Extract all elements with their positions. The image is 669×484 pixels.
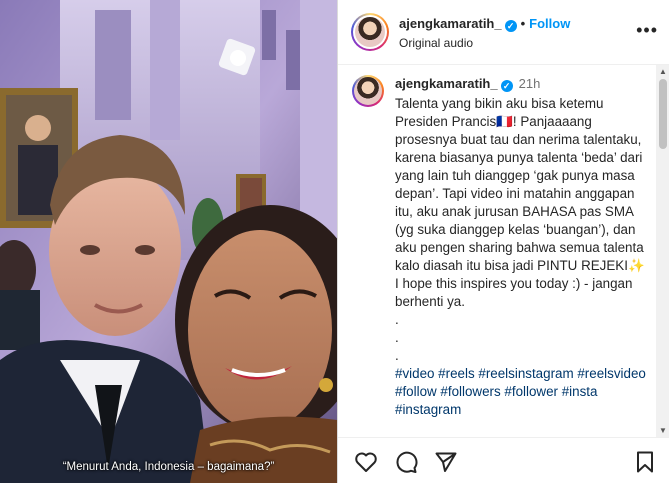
caption-hashtags[interactable]: #video #reels #reelsinstagram #reelsvide… — [395, 366, 650, 417]
comment-avatar[interactable] — [352, 75, 384, 107]
scroll-down-icon[interactable]: ▼ — [659, 426, 667, 435]
bookmark-icon[interactable] — [633, 450, 657, 474]
video-caption: “Menurut Anda, Indonesia – bagaimana?” — [62, 461, 275, 473]
post-video[interactable]: “Menurut Anda, Indonesia – bagaimana?” — [0, 0, 337, 483]
scrollbar-thumb[interactable] — [659, 79, 667, 149]
verified-badge-icon: ✓ — [504, 20, 517, 32]
author-username[interactable]: ajengkamaratih_ — [399, 16, 502, 31]
comment-icon[interactable] — [394, 450, 418, 474]
caption-section: ajengkamaratih_ ✓ 21h Talenta yang bikin a… — [338, 65, 658, 437]
audio-label[interactable]: Original audio — [399, 36, 473, 50]
comment-avatar-photo — [354, 77, 382, 105]
caption-header: ajengkamaratih_ ✓ 21h — [395, 76, 540, 92]
follow-button[interactable]: Follow — [529, 16, 570, 31]
scrollbar[interactable]: ▲ ▼ — [656, 65, 669, 437]
send-icon[interactable] — [434, 450, 458, 474]
avatar[interactable] — [351, 13, 389, 51]
caption-text: Talenta yang bikin aku bisa ketemu Presi… — [395, 95, 647, 419]
caption-body: Talenta yang bikin aku bisa ketemu Presi… — [395, 96, 645, 363]
avatar-photo — [355, 17, 385, 47]
verified-badge-icon: ✓ — [500, 80, 513, 92]
caption-timestamp[interactable]: 21h — [519, 76, 541, 91]
post-details-panel: ajengkamaratih_ ✓ • Follow Original audio •… — [337, 0, 669, 483]
author-line: ajengkamaratih_ ✓ • Follow — [399, 16, 570, 32]
separator-dot: • — [520, 16, 526, 31]
video-frame-illustration — [0, 0, 337, 483]
heart-icon[interactable] — [354, 450, 378, 474]
caption-username[interactable]: ajengkamaratih_ — [395, 76, 498, 91]
post-header: ajengkamaratih_ ✓ • Follow Original audio •… — [338, 0, 669, 65]
more-options-icon[interactable]: ••• — [636, 20, 658, 41]
instagram-post-modal: “Menurut Anda, Indonesia – bagaimana?” a… — [0, 0, 669, 483]
action-bar — [338, 437, 669, 484]
scroll-up-icon[interactable]: ▲ — [659, 67, 667, 76]
